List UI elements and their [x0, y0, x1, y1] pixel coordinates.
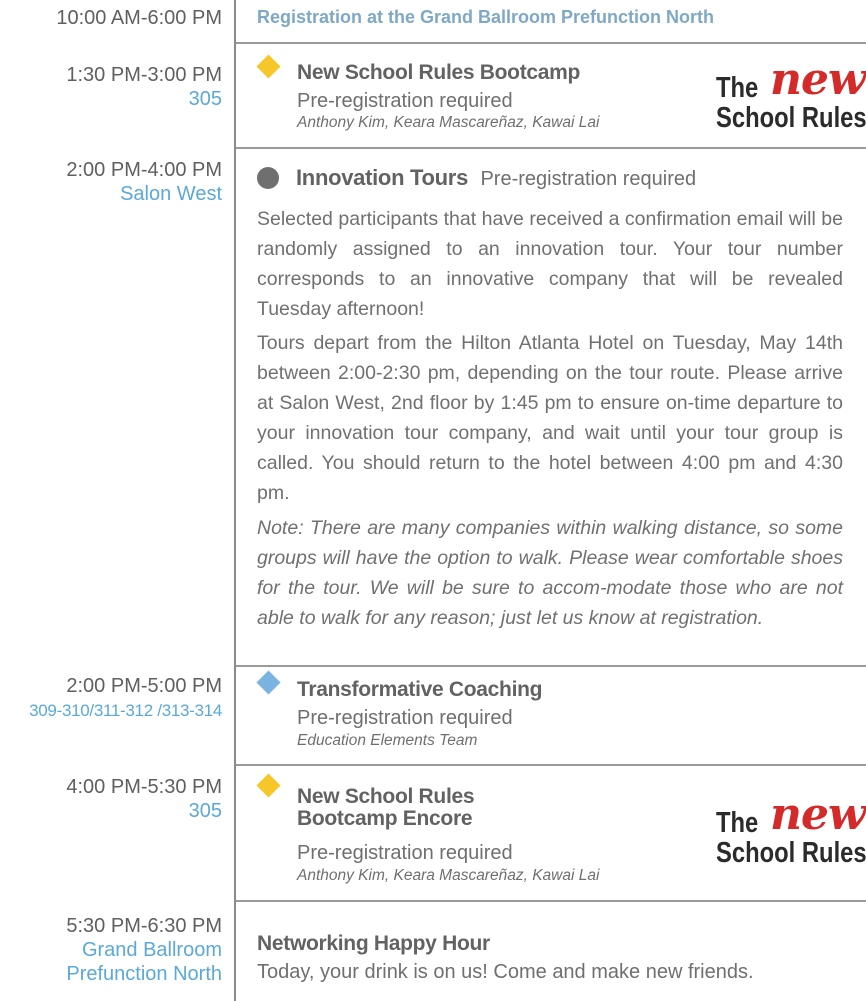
new-school-rules-logo: The new School Rules — [716, 789, 866, 873]
row-divider — [236, 147, 866, 149]
session-title: Innovation Tours — [296, 165, 469, 190]
new-school-rules-logo: The new School Rules — [716, 54, 866, 138]
session-title-line: Bootcamp Encore — [297, 807, 473, 830]
registration-time: 10:00 AM-6:00 PM — [56, 7, 222, 29]
session-note: Pre-registration required — [297, 707, 513, 729]
yellow-diamond-icon — [256, 54, 281, 79]
session-note-paragraph: Note: There are many companies within wa… — [257, 517, 843, 629]
session-room: 309-310/311-312 /313-314 — [29, 701, 222, 720]
logo-new: new — [770, 54, 866, 105]
session-title: New School Rules Bootcamp Encore — [297, 785, 475, 830]
gray-circle-icon — [257, 167, 279, 189]
logo-school-rules: School Rules — [716, 102, 866, 134]
session-time: 1:30 PM-3:00 PM — [66, 64, 222, 86]
session-note: Pre-registration required — [480, 168, 697, 190]
row-divider — [236, 665, 866, 667]
session-presenters: Education Elements Team — [297, 732, 478, 749]
session-time: 4:00 PM-5:30 PM — [66, 776, 222, 798]
session-title: Transformative Coaching — [297, 678, 543, 701]
session-room: 305 — [188, 88, 222, 110]
session-note: Pre-registration required — [297, 90, 513, 112]
session-title: Networking Happy Hour — [257, 932, 490, 955]
session-description: Today, your drink is on us! Come and mak… — [257, 961, 754, 983]
session-room: Grand Ballroom — [81, 939, 222, 961]
session-time: 2:00 PM-5:00 PM — [66, 675, 222, 697]
row-divider — [236, 900, 866, 902]
registration-text: Registration at the Grand Ballroom Prefu… — [257, 7, 715, 27]
session-heading: Innovation Tours Pre-registration requir… — [296, 165, 696, 191]
timeline-divider — [234, 0, 236, 1001]
session-title: New School Rules Bootcamp — [297, 61, 581, 84]
session-presenters: Anthony Kim, Keara Mascareñaz, Kawai Lai — [297, 867, 600, 884]
session-room: 305 — [188, 800, 222, 822]
blue-diamond-icon — [256, 670, 281, 695]
session-time: 2:00 PM-4:00 PM — [66, 159, 222, 181]
session-paragraph: Selected participants that have received… — [257, 208, 843, 320]
session-paragraph: Tours depart from the Hilton Atlanta Hot… — [257, 332, 843, 504]
row-divider — [236, 42, 866, 44]
logo-school-rules: School Rules — [716, 837, 866, 869]
session-room: Salon West — [120, 183, 222, 205]
logo-the: The — [716, 807, 759, 839]
logo-new: new — [770, 789, 866, 840]
session-presenters: Anthony Kim, Keara Mascareñaz, Kawai Lai — [297, 114, 600, 131]
session-room: Prefunction North — [66, 963, 222, 985]
yellow-diamond-icon — [256, 773, 281, 798]
row-divider — [236, 764, 866, 766]
session-note: Pre-registration required — [297, 842, 513, 864]
session-title-line: New School Rules — [297, 785, 475, 808]
logo-the: The — [716, 72, 759, 104]
session-time: 5:30 PM-6:30 PM — [66, 915, 222, 937]
